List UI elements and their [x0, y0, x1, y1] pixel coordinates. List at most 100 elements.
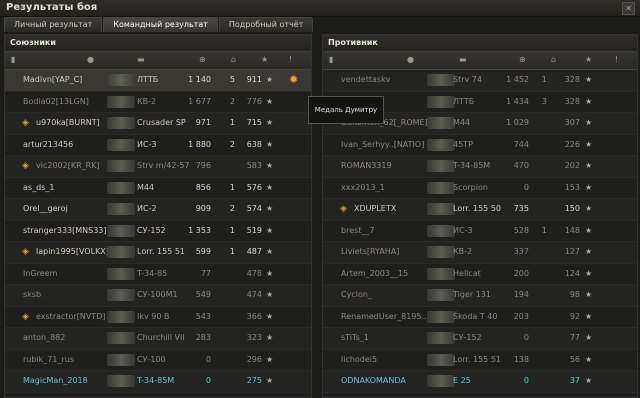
window-title: Результаты боя	[6, 2, 98, 13]
player-row[interactable]: ◈ vic2002[KR_RK] Strv m/42-57 796 583 ★	[5, 156, 311, 178]
tab-team[interactable]: Командный результат	[103, 17, 218, 32]
close-icon[interactable]: ✕	[622, 2, 635, 15]
xp-value: 366	[246, 311, 262, 321]
damage-value: 1 452	[506, 75, 529, 84]
player-row[interactable]: sksb СУ-100М1 549 474 ★	[5, 285, 311, 307]
tank-name: ИС-2	[137, 204, 157, 213]
player-row[interactable]: as_ds_1 M44 856 1 576 ★	[5, 178, 311, 199]
tab-detailed[interactable]: Подробный отчёт	[218, 17, 314, 32]
star-icon: ★	[266, 75, 274, 84]
player-row[interactable]: brest__7 ИС-3 528 1 148 ★	[323, 221, 637, 242]
player-name: XDUPLETX	[354, 204, 397, 213]
player-row[interactable]: Bodia02[13LGN] КВ-2 1 677 2 776 ★	[5, 92, 311, 113]
squad-icon[interactable]: ▮	[11, 55, 15, 64]
xp-value: 328	[564, 75, 580, 84]
tank-icon	[427, 160, 455, 172]
player-row[interactable]: Madivn[YAP_C] ЛТТБ 1 140 5 911 ★ ✹	[5, 70, 311, 92]
player-row[interactable]: sTiTs_1 СУ-152 0 77 ★	[323, 328, 637, 350]
player-name: as_ds_1	[23, 182, 55, 192]
xp-value: 474	[246, 290, 262, 299]
player-row[interactable]: InGreem T-34-85 77 478 ★	[5, 264, 311, 285]
player-row[interactable]: anton_882 Churchill VII 283 323 ★	[5, 328, 311, 350]
damage-value: 856	[195, 182, 211, 192]
tank-icon	[107, 95, 135, 108]
tank-name: T-34-85M	[453, 161, 491, 170]
player-row[interactable]: Orel__geroj ИС-2 909 2 574 ★	[5, 199, 311, 221]
star-icon: ★	[585, 376, 593, 385]
xp-value: 478	[246, 268, 262, 278]
damage-value: 796	[195, 161, 211, 170]
damage-value: 1 353	[188, 225, 211, 235]
damage-value: 77	[200, 268, 211, 278]
player-row[interactable]: ROMAN3319 T-34-85M 470 202 ★	[323, 156, 637, 178]
kills-value: 1	[229, 247, 235, 256]
damage-icon[interactable]: ⊕	[519, 55, 526, 64]
player-row[interactable]: xxx2013_1 Scorpion 0 153 ★	[323, 178, 637, 199]
player-row[interactable]: stranger333[MNS33] СУ-152 1 353 1 519 ★	[5, 221, 311, 242]
player-row[interactable]: ◈ u970ka[BURNT] Crusader SP 971 1 715 ★	[5, 113, 311, 135]
damage-value: 0	[523, 333, 529, 342]
tab-personal[interactable]: Личный результат	[4, 17, 103, 32]
tank-name: T-34-85M	[137, 376, 175, 385]
damage-value: 283	[195, 333, 211, 342]
player-name: u970ka[BURNT]	[36, 118, 100, 127]
player-row[interactable]: ODNAKOMANDA E 25 0 37 ★	[323, 371, 637, 393]
star-icon: ★	[585, 182, 593, 192]
kills-icon[interactable]: ⌂	[231, 55, 236, 64]
player-row[interactable]: Artem_2003__15 Hellcat 200 124 ★	[323, 264, 637, 285]
star-icon: ★	[266, 225, 274, 235]
tank-name: ЛТТБ	[453, 96, 475, 106]
medal-icon[interactable]: !	[289, 55, 292, 64]
star-icon: ★	[585, 204, 593, 213]
player-row[interactable]: RenamedUser_8195.. Škoda T 40 203 92 ★	[323, 307, 637, 328]
xp-value: 275	[246, 376, 262, 385]
tank-name: Churchill VII	[137, 333, 185, 342]
player-name: stranger333[MNS33]	[23, 225, 107, 235]
player-row[interactable]: ◈ exstractor[NVTD] Ikv 90 B 543 366 ★	[5, 307, 311, 328]
tank-icon	[107, 332, 135, 344]
player-name: artur213456	[23, 139, 74, 149]
star-icon: ★	[585, 139, 593, 149]
player-row[interactable]: MagicMan_2018 T-34-85M 0 275 ★	[5, 371, 311, 393]
enemies-panel: Противник ▮ ● ▬ ⊕ ⌂ ★ ! vendettaskv Strv …	[322, 34, 638, 398]
player-name: MagicMan_2018	[23, 376, 88, 385]
player-row[interactable]: vendettaskv Strv 74 1 452 1 328 ★	[323, 70, 637, 92]
player-row[interactable]: rubik_71_rus СУ-100 0 296 ★	[5, 350, 311, 371]
damage-value: 0	[523, 182, 529, 192]
player-icon[interactable]: ●	[87, 55, 94, 64]
tank-icon	[107, 289, 135, 301]
player-row[interactable]: artur213456 ИС-3 1 880 2 638 ★	[5, 135, 311, 156]
player-row[interactable]: Cyclon_ Tiger 131 194 98 ★	[323, 285, 637, 307]
medal-icon[interactable]: !	[615, 55, 618, 64]
star-icon: ★	[266, 139, 274, 149]
tank-name: Strv 74	[453, 75, 482, 84]
damage-value: 0	[205, 376, 211, 385]
player-icon[interactable]: ●	[407, 55, 414, 64]
damage-value: 203	[513, 311, 529, 321]
damage-value: 470	[513, 161, 529, 170]
xp-icon[interactable]: ★	[585, 55, 592, 64]
kills-value: 3	[541, 96, 547, 106]
kills-icon[interactable]: ⌂	[551, 55, 556, 64]
star-icon: ★	[266, 311, 274, 321]
player-row[interactable]: lichodei5 Lorr. 155 51 138 56 ★	[323, 350, 637, 371]
damage-value: 1 880	[188, 139, 211, 149]
allies-list: Madivn[YAP_C] ЛТТБ 1 140 5 911 ★ ✹ Bodia02[13LG…	[5, 70, 311, 393]
medal-icon[interactable]: ✹	[289, 70, 298, 90]
player-row[interactable]: Ivan_Serhyy..[NATIO] 45TP 744 226 ★	[323, 135, 637, 156]
player-row[interactable]: ◈ XDUPLETX Lorr. 155 50 735 150 ★	[323, 199, 637, 221]
star-icon: ★	[585, 333, 593, 342]
xp-value: 519	[246, 225, 262, 235]
tank-name: Lorr. 155 51	[453, 354, 501, 364]
squad-icon[interactable]: ▮	[329, 55, 333, 64]
player-row[interactable]: ◈ lapin1995[VOLKX] Lorr. 155 51 599 1 487 ★	[5, 242, 311, 264]
xp-value: 98	[569, 290, 580, 299]
player-row[interactable]: Liviets[RYAHA] КВ-2 337 127 ★	[323, 242, 637, 264]
tank-icon[interactable]: ▬	[459, 55, 467, 64]
damage-icon[interactable]: ⊕	[199, 55, 206, 64]
damage-value: 971	[195, 118, 211, 127]
tank-icon[interactable]: ▬	[137, 55, 145, 64]
xp-icon[interactable]: ★	[261, 55, 268, 64]
player-name: lapin1995[VOLKX]	[36, 247, 109, 256]
tank-name: КВ-2	[137, 96, 157, 106]
